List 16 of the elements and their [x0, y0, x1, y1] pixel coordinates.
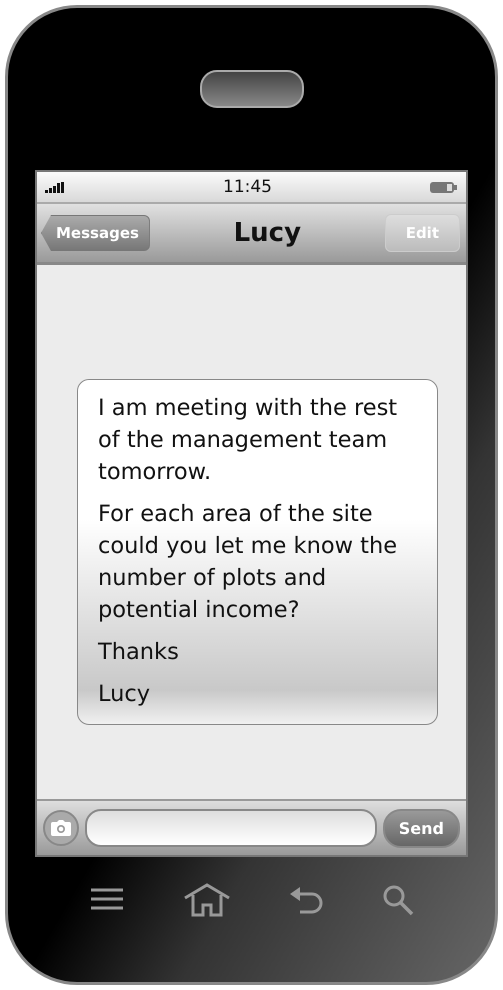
search-icon[interactable]	[382, 884, 414, 916]
send-button[interactable]: Send	[382, 808, 460, 848]
home-icon[interactable]	[183, 882, 232, 916]
status-time: 11:45	[223, 177, 272, 197]
camera-icon	[51, 820, 71, 836]
message-text: Lucy	[98, 680, 152, 709]
message-text: For each area of the site could you let me know the number of plots and potential income?	[98, 500, 398, 625]
message-text: Thanks	[98, 638, 180, 667]
conversation-title: Lucy	[234, 218, 302, 248]
message-text: I am meeting with the rest of the management team tomorrow.	[98, 394, 398, 487]
back-arrow-icon[interactable]	[290, 884, 324, 914]
camera-button[interactable]	[43, 810, 79, 846]
signal-icon	[45, 182, 65, 192]
message-input-field[interactable]	[85, 809, 377, 847]
battery-icon	[430, 182, 458, 192]
back-button[interactable]: Messages	[41, 215, 150, 251]
